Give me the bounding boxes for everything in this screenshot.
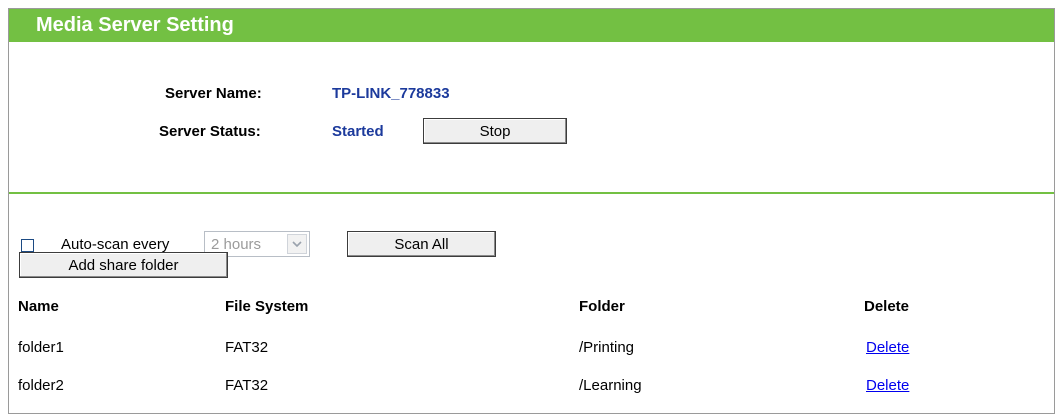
column-header-name: Name: [18, 298, 59, 315]
stop-button[interactable]: Stop: [423, 118, 567, 144]
row1-delete-link[interactable]: Delete: [866, 339, 909, 356]
row1-folder: /Printing: [579, 339, 635, 356]
auto-scan-checkbox[interactable]: [21, 239, 34, 252]
row2-name: folder2: [18, 377, 64, 394]
row2-folder: /Learning: [579, 377, 642, 394]
scan-interval-value: 2 hours: [211, 235, 262, 253]
server-status-label: Server Status:: [159, 123, 261, 140]
row1-file-system: FAT32: [225, 339, 269, 356]
media-server-panel: Media Server Setting Server Name: TP-LIN…: [8, 8, 1055, 414]
row2-delete-link[interactable]: Delete: [866, 377, 909, 394]
server-name-label: Server Name:: [165, 85, 262, 102]
section-divider: [9, 192, 1054, 194]
auto-scan-label: Auto-scan every: [61, 236, 170, 253]
add-share-folder-button[interactable]: Add share folder: [19, 252, 228, 278]
page-title: Media Server Setting: [9, 9, 1054, 42]
chevron-down-icon[interactable]: [287, 234, 307, 254]
server-name-value: TP-LINK_778833: [332, 85, 450, 102]
column-header-file-system: File System: [225, 298, 309, 315]
column-header-folder: Folder: [579, 298, 625, 315]
row1-name: folder1: [18, 339, 64, 356]
scan-all-button[interactable]: Scan All: [347, 231, 496, 257]
server-status-value: Started: [332, 123, 384, 140]
column-header-delete: Delete: [864, 298, 910, 315]
row2-file-system: FAT32: [225, 377, 269, 394]
